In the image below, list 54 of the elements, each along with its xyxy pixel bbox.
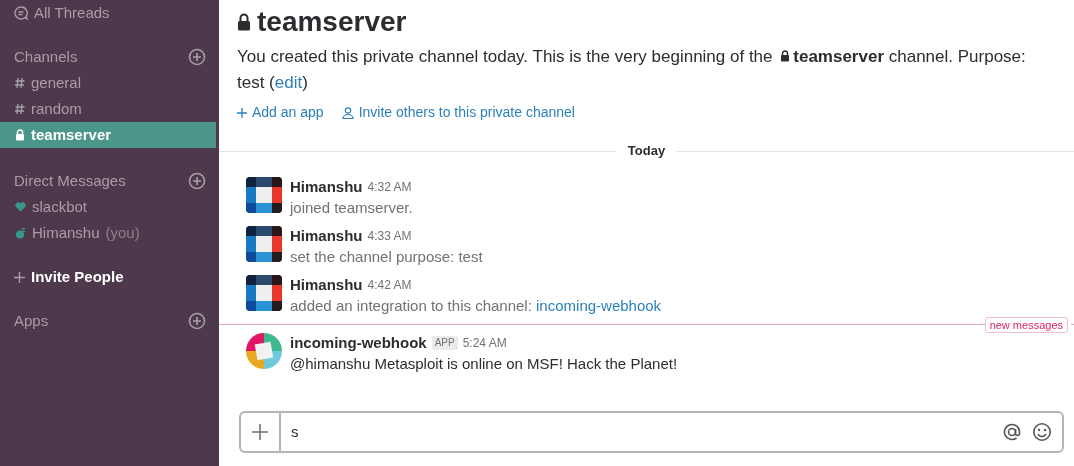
lock-icon xyxy=(15,129,25,141)
mention-icon[interactable] xyxy=(1002,422,1022,442)
edit-link[interactable]: edit xyxy=(274,73,303,92)
message-author[interactable]: Himanshu xyxy=(290,275,363,295)
app-badge: APP xyxy=(431,336,458,350)
channel-title: teamserver xyxy=(257,5,407,39)
add-icon[interactable] xyxy=(188,172,206,190)
person-icon xyxy=(341,106,354,119)
away-icon xyxy=(15,227,26,239)
avatar-icon xyxy=(246,226,282,262)
invite-people-link[interactable]: Invite People xyxy=(31,265,124,289)
hash-icon xyxy=(15,103,25,115)
message-time[interactable]: 4:33 AM xyxy=(367,226,412,246)
add-icon[interactable] xyxy=(188,48,206,66)
input-text: s xyxy=(290,421,300,442)
threads-icon xyxy=(14,6,28,20)
message-text: @himanshu Metasploit is online on MSF! Hack the Planet! xyxy=(290,354,678,374)
plus-icon xyxy=(252,424,268,440)
avatar-icon xyxy=(246,333,282,369)
lock-icon xyxy=(237,13,251,31)
sidebar-item[interactable]: Himanshu (you) xyxy=(0,220,216,246)
all-threads-link[interactable]: All Threads xyxy=(34,1,110,25)
message-author[interactable]: incoming-webhook xyxy=(290,333,427,353)
plus-icon xyxy=(237,107,247,118)
message-text: added an integration to this channel: incoming-webhook xyxy=(290,296,662,316)
message-author[interactable]: Himanshu xyxy=(290,177,363,197)
lock-icon xyxy=(780,50,791,62)
heart-icon xyxy=(15,202,26,212)
message-text: joined teamserver. xyxy=(290,198,413,218)
section-heading[interactable]: Apps xyxy=(14,309,49,333)
message-input[interactable]: s xyxy=(239,411,1064,453)
message-time[interactable]: 4:32 AM xyxy=(367,177,412,197)
new-messages-label: new messages xyxy=(984,316,1068,333)
message-text: set the channel purpose: test xyxy=(290,247,483,267)
day-divider: Today xyxy=(626,142,667,161)
hash-icon xyxy=(15,77,25,89)
message-time[interactable]: 5:24 AM xyxy=(462,333,507,353)
sidebar-item[interactable]: general xyxy=(0,70,216,96)
sidebar-item[interactable]: teamserver xyxy=(0,122,216,148)
section-heading[interactable]: Direct Messages xyxy=(14,169,126,193)
section-heading[interactable]: Channels xyxy=(14,45,78,69)
sidebar-item[interactable]: slackbot xyxy=(0,194,216,220)
invite-link[interactable]: Invite others to this private channel xyxy=(341,102,575,123)
add-icon[interactable] xyxy=(188,312,206,330)
emoji-icon[interactable] xyxy=(1032,422,1052,442)
webhook-link[interactable]: incoming-webhook xyxy=(536,297,662,314)
message-author[interactable]: Himanshu xyxy=(290,226,363,246)
message-time[interactable]: 4:42 AM xyxy=(367,275,412,295)
channel-intro: You created this private channel today. This is the very beginning of the teamserver channel. Purpose: test (edit) xyxy=(237,46,1027,94)
plus-icon xyxy=(14,271,25,283)
add-app-link[interactable]: Add an app xyxy=(237,102,324,123)
avatar-icon xyxy=(246,275,282,311)
avatar-icon xyxy=(246,177,282,213)
sidebar-item[interactable]: random xyxy=(0,96,216,122)
